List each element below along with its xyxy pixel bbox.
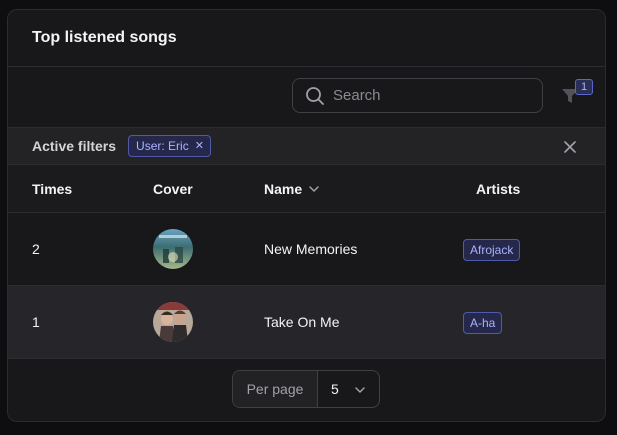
close-icon[interactable] — [564, 140, 576, 153]
song-name-cell: Take On Me — [264, 314, 340, 330]
filter-chip-user[interactable]: User: Eric ✕ — [128, 135, 211, 157]
chevron-down-icon — [309, 186, 319, 192]
column-header-times: Times — [32, 181, 73, 197]
album-cover-image — [153, 302, 193, 342]
artist-tag[interactable]: A-ha — [463, 312, 503, 334]
card-title: Top listened songs — [32, 29, 177, 46]
per-page-value: 5 — [331, 381, 339, 397]
active-filters-label: Active filters — [32, 138, 117, 154]
per-page-label: Per page — [233, 371, 318, 407]
active-filters-bar: Active filters User: Eric ✕ — [8, 128, 605, 165]
table-header: Times Cover Name Artists — [8, 165, 605, 213]
table-row: 1 Take On Me A-ha — [8, 286, 605, 359]
song-name-cell: New Memories — [264, 241, 358, 257]
column-header-name[interactable]: Name — [264, 181, 320, 197]
artist-tag[interactable]: Afrojack — [463, 239, 521, 261]
filter-chip-label: User: Eric — [136, 139, 189, 153]
column-header-artists: Artists — [476, 181, 521, 197]
top-songs-card: Top listened songs 1 Active filters User… — [7, 9, 606, 422]
search-icon — [305, 86, 325, 106]
times-cell: 1 — [32, 314, 40, 330]
search-input[interactable] — [333, 87, 523, 104]
album-cover-image — [153, 229, 193, 269]
card-header: Top listened songs — [8, 10, 605, 67]
per-page-control: Per page 5 — [232, 370, 380, 408]
per-page-select[interactable]: 5 — [318, 371, 379, 407]
close-icon[interactable]: ✕ — [195, 140, 204, 152]
times-cell: 2 — [32, 241, 40, 257]
column-header-name-label: Name — [264, 181, 303, 197]
filter-count-badge: 1 — [575, 79, 593, 95]
toolbar: 1 — [8, 67, 605, 128]
chevron-down-icon — [355, 387, 365, 393]
table-footer: Per page 5 — [8, 359, 605, 419]
search-box[interactable] — [292, 78, 543, 113]
table-row: 2 New Memories Afrojack — [8, 213, 605, 286]
column-header-cover: Cover — [153, 181, 193, 197]
